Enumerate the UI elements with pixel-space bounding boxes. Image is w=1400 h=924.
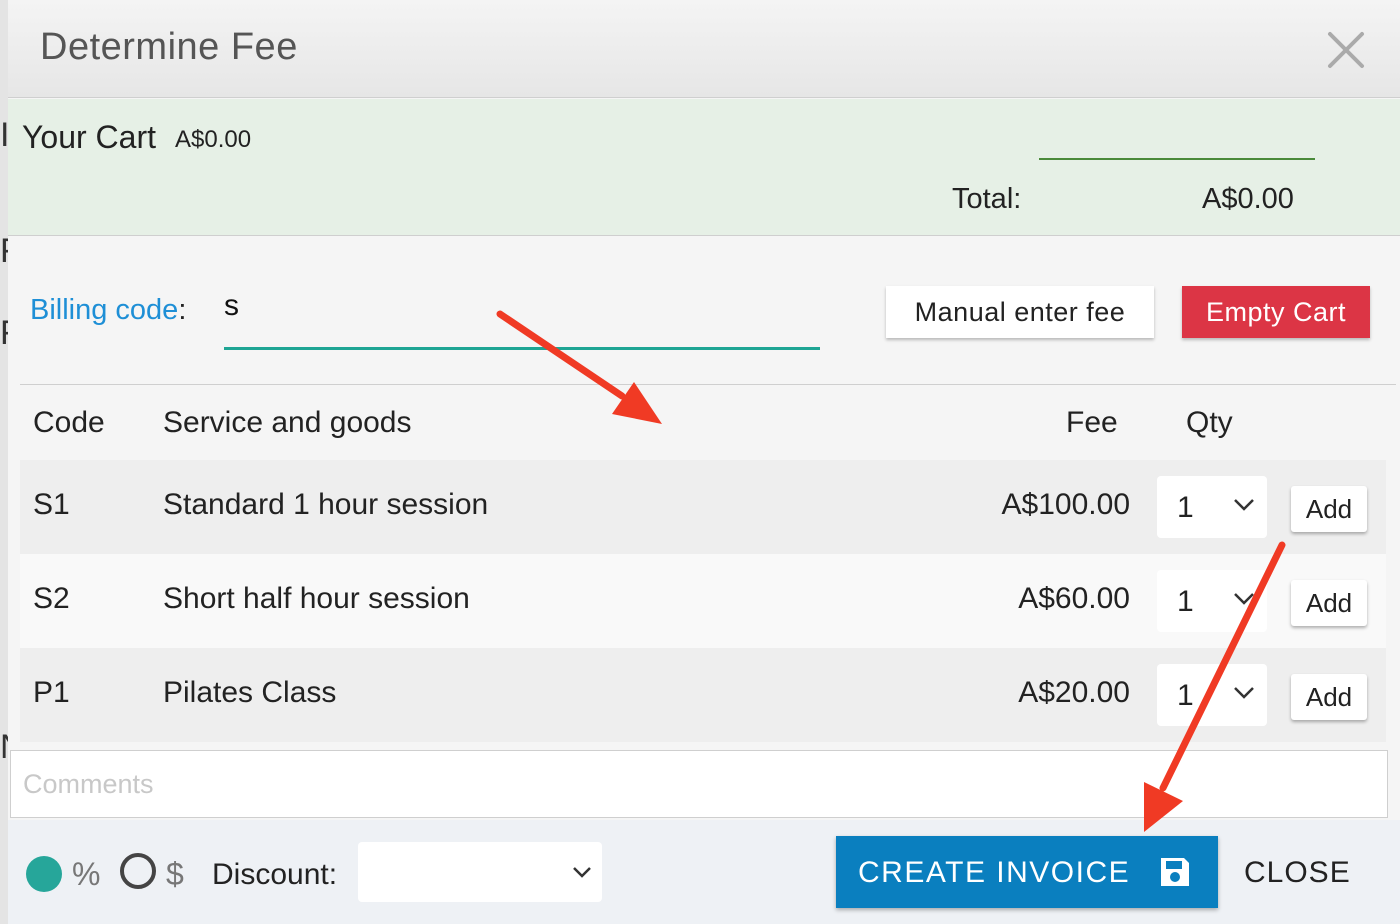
column-header-fee: Fee: [1066, 406, 1118, 439]
discount-select[interactable]: [358, 842, 602, 902]
determine-fee-modal: Determine Fee Your Cart A$0.00 Total: A$…: [8, 0, 1400, 924]
empty-cart-button[interactable]: Empty Cart: [1182, 286, 1370, 338]
modal-footer: % $ Discount: CREATE INVOICE CLOSE: [8, 820, 1400, 924]
billing-code-colon: :: [178, 294, 187, 326]
table-row: P1 Pilates Class A$20.00 1 Add: [20, 648, 1386, 742]
qty-select[interactable]: 1: [1157, 570, 1267, 632]
qty-select[interactable]: 1: [1157, 476, 1267, 538]
cart-title: Your Cart: [22, 119, 156, 155]
create-invoice-label: CREATE INVOICE: [858, 856, 1131, 889]
row-fee: A$60.00: [1018, 582, 1130, 615]
billing-code-label: Billing code:: [30, 294, 186, 327]
chevron-down-icon: [1234, 687, 1254, 699]
close-icon[interactable]: [1324, 28, 1368, 72]
total-label: Total:: [952, 183, 1022, 215]
manual-enter-fee-button[interactable]: Manual enter fee: [886, 286, 1154, 338]
chevron-down-icon: [1234, 499, 1254, 511]
cart-amount: A$0.00: [175, 126, 252, 153]
dollar-label: $: [166, 856, 184, 892]
row-code: S1: [33, 488, 70, 521]
qty-value: 1: [1177, 491, 1194, 524]
chevron-down-icon: [1234, 593, 1254, 605]
chevron-down-icon: [573, 867, 591, 878]
row-service: Short half hour session: [163, 582, 470, 615]
qty-value: 1: [1177, 679, 1194, 712]
row-code: P1: [33, 676, 70, 709]
total-value: A$0.00: [1202, 183, 1294, 215]
column-header-service: Service and goods: [163, 406, 412, 439]
section-divider: [20, 384, 1396, 385]
qty-select[interactable]: 1: [1157, 664, 1267, 726]
row-code: S2: [33, 582, 70, 615]
discount-label: Discount:: [212, 858, 338, 891]
comments-input[interactable]: [10, 750, 1388, 818]
row-fee: A$20.00: [1018, 676, 1130, 709]
create-invoice-button[interactable]: CREATE INVOICE: [836, 836, 1218, 908]
billing-code-label-text: Billing code: [30, 294, 179, 326]
cart-summary: Your Cart A$0.00 Total: A$0.00: [8, 99, 1400, 236]
dollar-radio[interactable]: [120, 853, 156, 889]
add-button[interactable]: Add: [1291, 674, 1367, 720]
percent-label: %: [72, 856, 101, 892]
row-service: Pilates Class: [163, 676, 337, 709]
row-fee: A$100.00: [1001, 488, 1130, 521]
table-row: S1 Standard 1 hour session A$100.00 1 Ad…: [20, 460, 1386, 554]
save-icon: [1161, 858, 1189, 886]
table-row: S2 Short half hour session A$60.00 1 Add: [20, 554, 1386, 648]
billing-code-input[interactable]: [224, 278, 820, 350]
close-button[interactable]: CLOSE: [1244, 856, 1351, 890]
add-button[interactable]: Add: [1291, 486, 1367, 532]
row-service: Standard 1 hour session: [163, 488, 489, 521]
column-header-qty: Qty: [1186, 406, 1233, 439]
modal-title: Determine Fee: [40, 26, 298, 68]
column-header-code: Code: [33, 406, 105, 439]
modal-header: Determine Fee: [8, 0, 1400, 98]
cart-divider: [1039, 158, 1315, 160]
percent-radio[interactable]: [26, 856, 62, 892]
qty-value: 1: [1177, 585, 1194, 618]
add-button[interactable]: Add: [1291, 580, 1367, 626]
